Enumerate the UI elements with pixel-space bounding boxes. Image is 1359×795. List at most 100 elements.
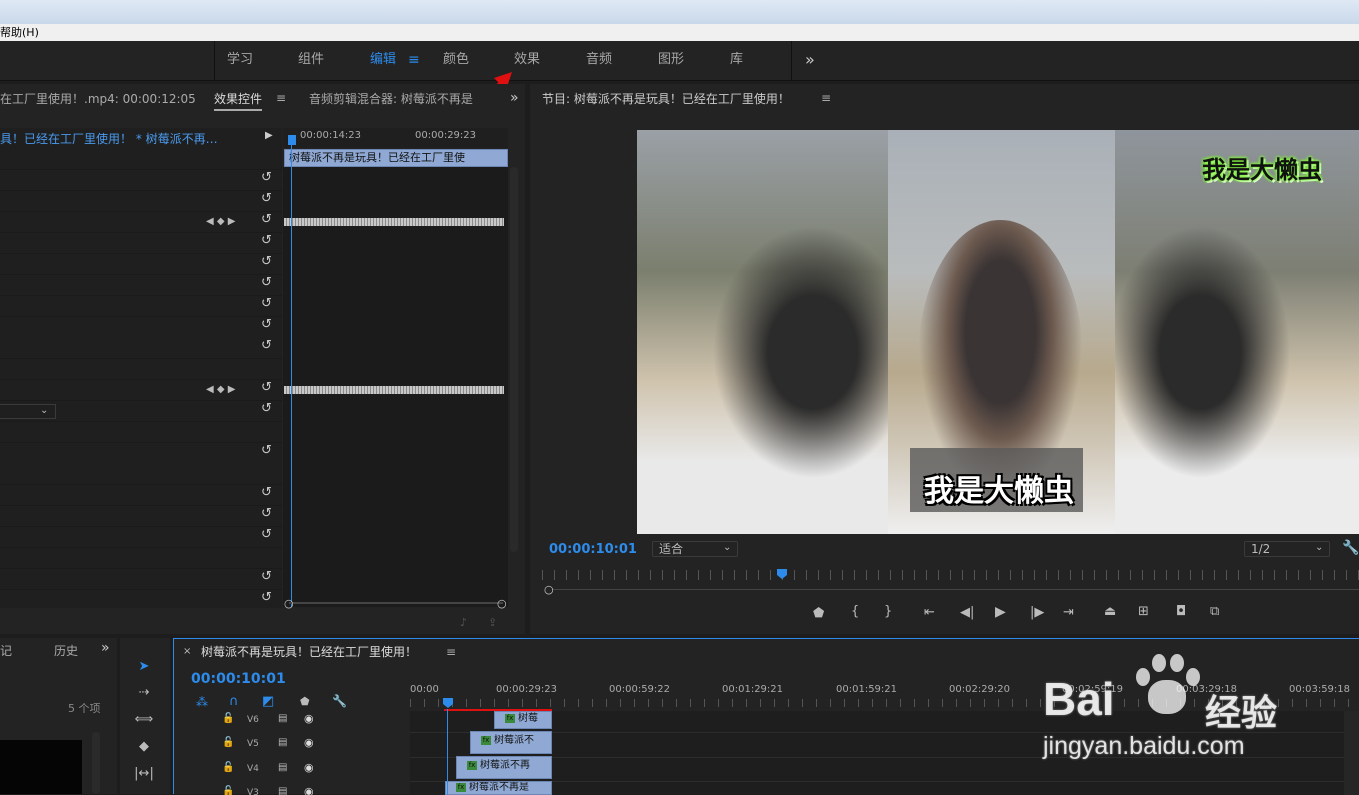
reset-icon[interactable]: ↺ <box>261 234 275 248</box>
eye-icon[interactable]: ◉ <box>304 736 314 749</box>
nest-sequence-icon[interactable]: ⁂ <box>196 695 208 709</box>
add-marker-icon[interactable]: ⬟ <box>300 695 310 708</box>
step-forward-icon[interactable]: |▶ <box>1030 606 1044 620</box>
reset-icon[interactable]: ↺ <box>261 339 275 353</box>
video-preview[interactable]: 我是大懒虫 我是大懒虫 <box>637 130 1359 534</box>
sync-lock-icon[interactable]: ▤ <box>278 737 287 748</box>
mark-in-icon[interactable]: { <box>851 605 859 619</box>
export-frame-camera-icon[interactable]: ◘ <box>1176 605 1186 619</box>
workspace-tab-learn[interactable]: 学习 <box>227 41 253 81</box>
eye-icon[interactable]: ◉ <box>304 761 314 774</box>
linked-selection-icon[interactable]: ◩ <box>262 694 274 709</box>
workspace-tab-editing[interactable]: 编辑 <box>370 41 396 81</box>
workspace-tab-assembly[interactable]: 组件 <box>298 41 324 81</box>
zoom-handle-icon[interactable]: ○ <box>284 597 294 610</box>
clip-v6[interactable]: fx 树莓 <box>494 711 552 729</box>
track-header-v6[interactable]: 🔓 V6 ▤ ◉ <box>222 711 410 731</box>
lift-icon[interactable]: ⏏ <box>1104 605 1116 619</box>
track-header-v3[interactable]: 🔓 V3 ▤ ◉ <box>222 784 410 795</box>
export-audio-icon[interactable]: ♪ <box>460 616 467 629</box>
snap-icon[interactable]: ∩ <box>229 694 239 709</box>
workspace-menu-icon[interactable]: ≡ <box>408 41 420 81</box>
mini-playhead[interactable] <box>288 135 296 145</box>
zoom-handle-icon[interactable]: ○ <box>544 583 554 596</box>
play-only-icon[interactable]: ▶ <box>265 130 273 141</box>
reset-icon[interactable]: ↺ <box>261 192 275 206</box>
eye-icon[interactable]: ◉ <box>304 712 314 725</box>
clip-v5[interactable]: fx 树莓派不 <box>470 731 552 754</box>
timeline-settings-wrench-icon[interactable]: 🔧 <box>332 694 347 708</box>
tab-markers[interactable]: 记 <box>0 642 12 659</box>
history-scrollbar[interactable] <box>92 732 100 794</box>
workspace-overflow-icon[interactable]: » <box>805 41 815 81</box>
add-marker-icon[interactable]: ⬟ <box>813 607 824 621</box>
track-select-tool-icon[interactable]: ⇢ <box>132 682 156 704</box>
clip-breadcrumb[interactable]: 具！已经在工厂里使用！ * 树莓派不再… <box>0 130 218 147</box>
clip-v3[interactable]: fx 树莓派不再是 <box>445 781 552 795</box>
prev-keyframe-icon[interactable]: ◀ ◆ ▶ <box>206 384 235 395</box>
clip-v4[interactable]: fx 树莓派不再 <box>456 756 552 779</box>
reset-icon[interactable]: ↺ <box>261 255 275 269</box>
go-to-out-icon[interactable]: ⇥ <box>1063 606 1074 620</box>
button-editor-icon[interactable]: ⧉ <box>1210 605 1219 619</box>
reset-icon[interactable]: ↺ <box>261 402 275 416</box>
panel-menu-icon[interactable]: ≡ <box>821 91 831 105</box>
reset-icon[interactable]: ↺ <box>261 276 275 290</box>
menu-help[interactable]: 帮助(H) <box>0 26 39 39</box>
go-to-in-icon[interactable]: ⇤ <box>924 606 935 620</box>
play-icon[interactable]: ▶ <box>995 605 1006 619</box>
track-header-v4[interactable]: 🔓 V4 ▤ ◉ <box>222 760 410 780</box>
tab-audio-clip-mixer[interactable]: 音频剪辑混合器: 树莓派不再是 <box>309 87 505 111</box>
mini-timeline-ruler[interactable]: 00:00:14:23 00:00:29:23 <box>283 128 508 148</box>
export-frame-icon[interactable]: ⇪ <box>488 616 497 629</box>
reset-icon[interactable]: ↺ <box>261 570 275 584</box>
keyframe-track[interactable] <box>284 386 504 394</box>
lock-icon[interactable]: 🔓 <box>222 762 234 773</box>
razor-tool-icon[interactable]: ◆ <box>132 736 156 758</box>
mini-clip[interactable]: 树莓派不再是玩具！已经在工厂里使 <box>284 149 508 167</box>
reset-icon[interactable]: ↺ <box>261 213 275 227</box>
lock-icon[interactable]: 🔓 <box>222 713 234 724</box>
keyframe-track[interactable] <box>284 218 504 226</box>
resolution-dropdown[interactable]: 1/2 ⌄ <box>1244 541 1330 557</box>
reset-icon[interactable]: ↺ <box>261 486 275 500</box>
prev-keyframe-icon[interactable]: ◀ ◆ ▶ <box>206 216 235 227</box>
zoom-handle-icon[interactable]: ○ <box>497 597 507 610</box>
lock-icon[interactable]: 🔓 <box>222 737 234 748</box>
reset-icon[interactable]: ↺ <box>261 591 275 605</box>
reset-icon[interactable]: ↺ <box>261 528 275 542</box>
wrench-icon[interactable]: 🔧 <box>1342 540 1359 556</box>
extract-icon[interactable]: ⊞ <box>1138 605 1149 619</box>
panel-overflow-icon[interactable]: » <box>101 640 110 656</box>
workspace-tab-graphics[interactable]: 图形 <box>658 41 684 81</box>
reset-icon[interactable]: ↺ <box>261 444 275 458</box>
blend-mode-dropdown[interactable]: ⌄ <box>0 404 56 419</box>
panel-menu-icon[interactable]: ≡ <box>446 645 456 659</box>
program-scrubber-ruler[interactable] <box>542 570 1359 580</box>
step-back-icon[interactable]: ◀| <box>960 606 974 620</box>
reset-icon[interactable]: ↺ <box>261 171 275 185</box>
timeline-timecode[interactable]: 00:00:10:01 <box>191 671 286 687</box>
track-header-v5[interactable]: 🔓 V5 ▤ ◉ <box>222 735 410 755</box>
workspace-tab-libraries[interactable]: 库 <box>730 41 743 81</box>
program-timecode[interactable]: 00:00:10:01 <box>549 542 637 557</box>
program-zoom-bar[interactable] <box>552 589 1359 590</box>
panel-menu-icon[interactable]: ≡ <box>276 91 286 105</box>
tab-effect-controls[interactable]: 效果控件 <box>214 87 263 111</box>
reset-icon[interactable]: ↺ <box>261 297 275 311</box>
panel-scrollbar[interactable] <box>510 167 518 552</box>
mark-out-icon[interactable]: } <box>884 605 892 619</box>
tab-history[interactable]: 历史 <box>54 642 78 659</box>
mini-zoom-bar[interactable] <box>289 602 503 604</box>
panel-overflow-icon[interactable]: » <box>510 90 519 106</box>
zoom-fit-dropdown[interactable]: 适合 ⌄ <box>652 541 738 557</box>
selection-tool-icon[interactable]: ➤ <box>132 656 156 678</box>
close-tab-icon[interactable]: × <box>183 646 191 657</box>
reset-icon[interactable]: ↺ <box>261 381 275 395</box>
slip-tool-icon[interactable]: |↔| <box>132 763 156 785</box>
sequence-tab[interactable]: 树莓派不再是玩具！已经在工厂里使用！ <box>201 643 417 660</box>
reset-icon[interactable]: ↺ <box>261 507 275 521</box>
sync-lock-icon[interactable]: ▤ <box>278 713 287 724</box>
workspace-tab-audio[interactable]: 音频 <box>586 41 612 81</box>
ripple-edit-tool-icon[interactable]: ⟺ <box>132 709 156 731</box>
